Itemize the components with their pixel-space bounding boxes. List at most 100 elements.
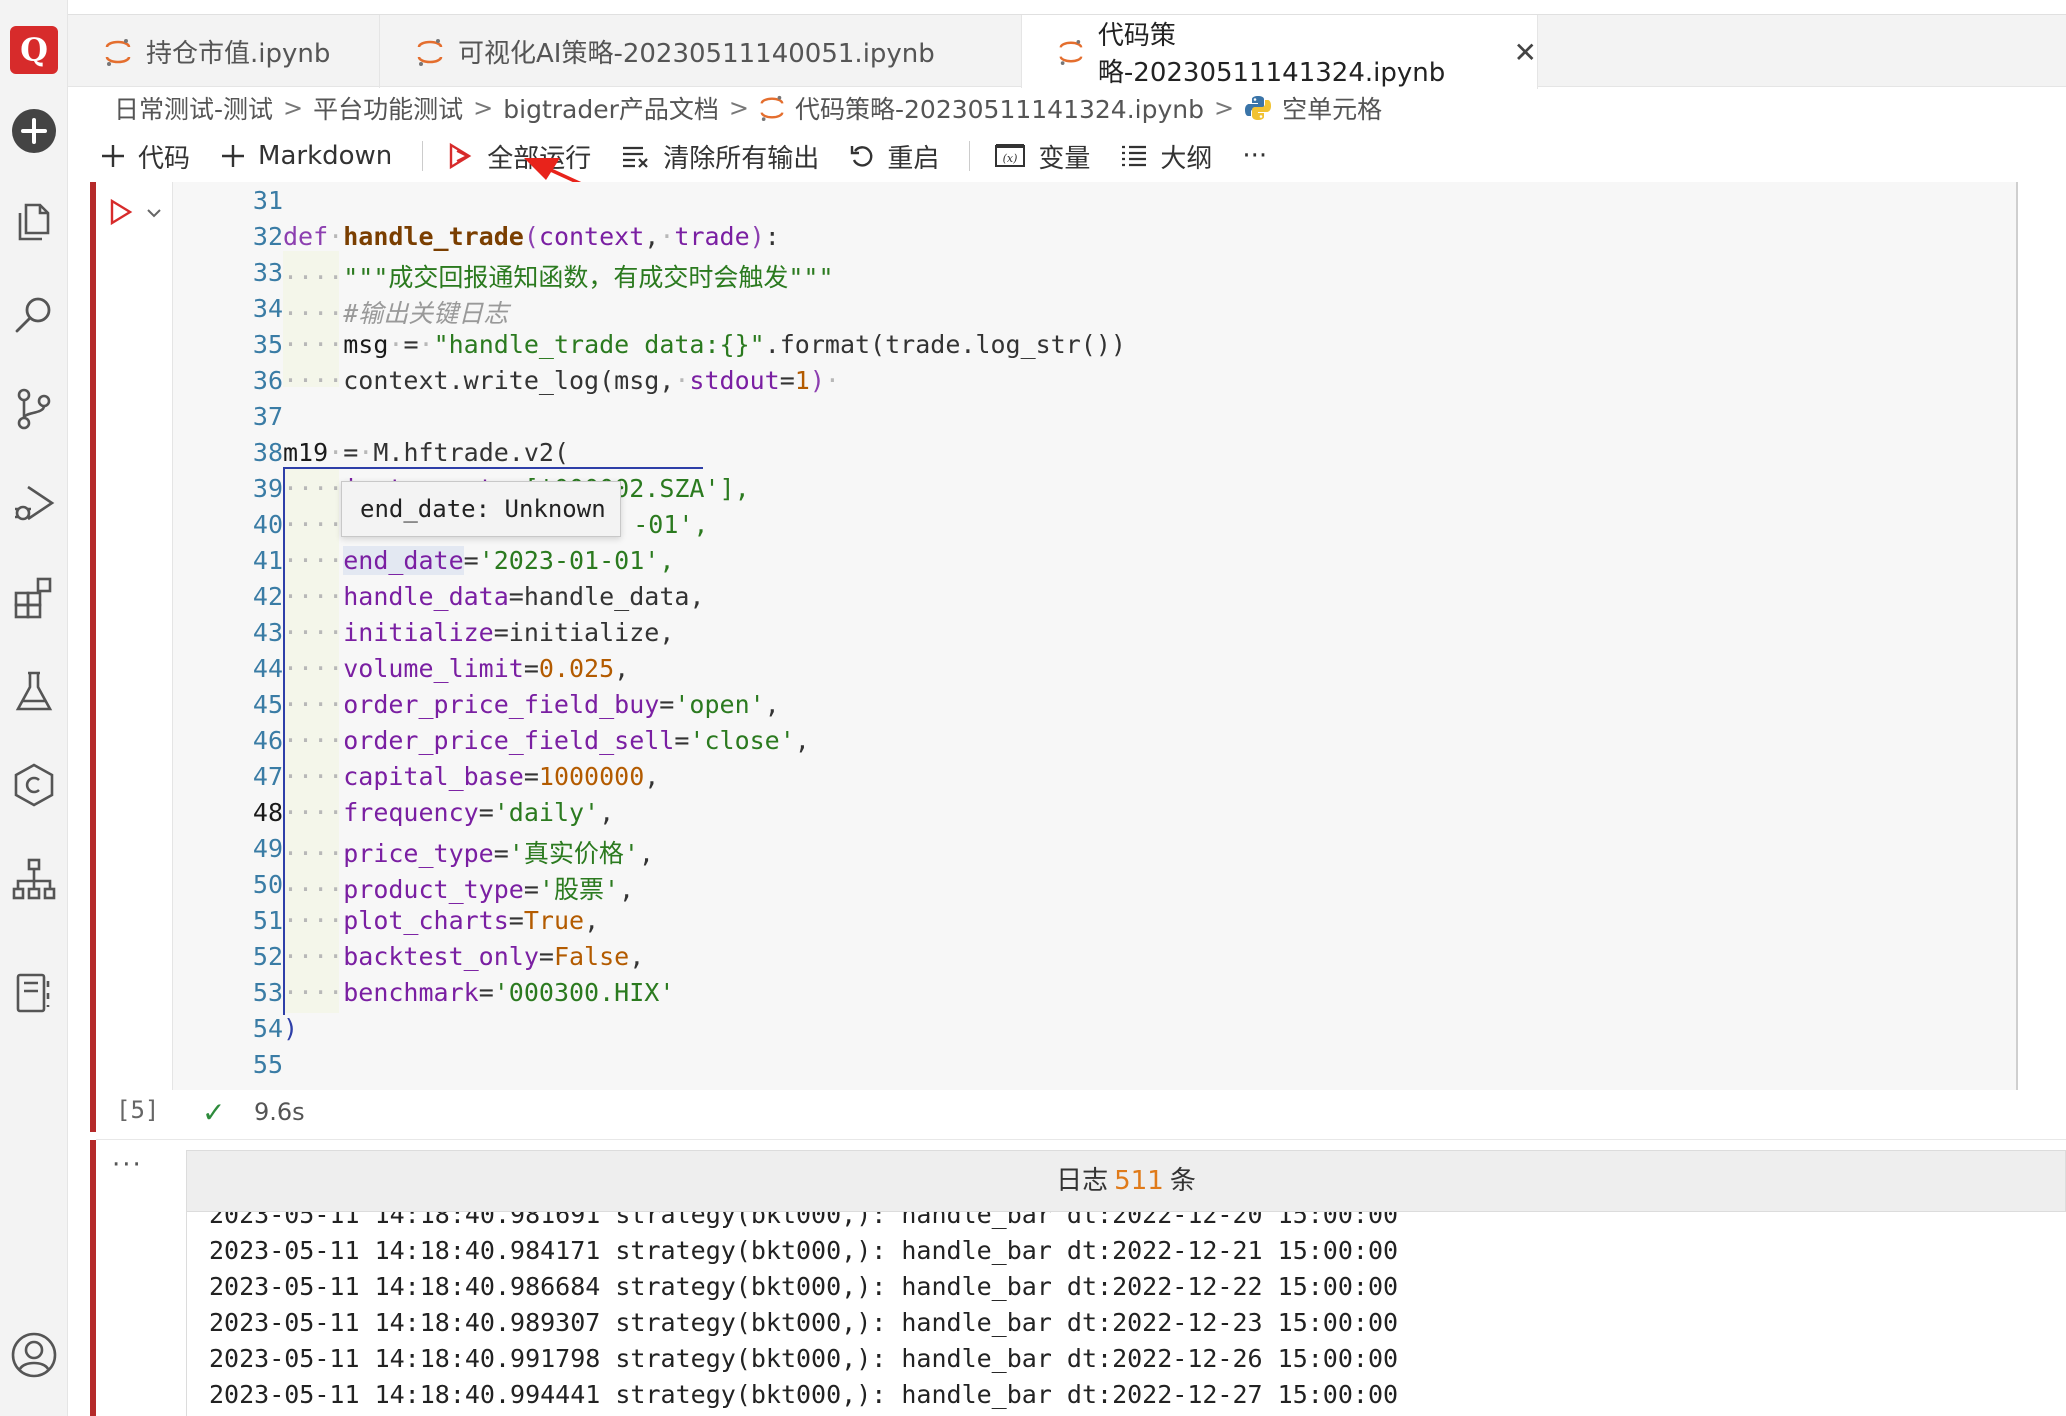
chevron-right-icon: > — [283, 94, 304, 122]
clear-outputs-button[interactable]: 清除所有输出 — [621, 138, 819, 175]
notebook-icon[interactable] — [9, 968, 59, 1018]
code-line: ····context.write_log(msg,·stdout=1)· — [283, 366, 840, 395]
breadcrumb-item[interactable]: 代码策略-20230511141324.ipynb — [795, 90, 1204, 126]
code-line: ····order_price_field_sell='close', — [283, 726, 810, 755]
close-icon[interactable]: ✕ — [1514, 36, 1537, 69]
restart-icon — [851, 146, 873, 167]
restart-button[interactable]: 重启 — [849, 138, 939, 175]
line-number: 32 — [252, 222, 283, 251]
code-line: ····handle_data=handle_data, — [283, 582, 705, 611]
log-line: 2023-05-11 14:18:40.986684 strategy(bkt0… — [209, 1272, 1399, 1301]
code-token: end_date — [343, 546, 464, 575]
code-token: 1 — [794, 366, 810, 395]
code-token: volume_limit — [343, 654, 524, 683]
log-line: 2023-05-11 14:18:40.981691 strategy(bkt0… — [209, 1212, 1399, 1229]
variables-button[interactable]: (x) 变量 — [994, 138, 1090, 175]
log-header: 日志 511 条 — [186, 1150, 2066, 1212]
line-number-current: 48 — [252, 798, 283, 827]
editor-scrollbar[interactable] — [2016, 182, 2018, 1090]
execution-count: [5] — [116, 1096, 160, 1124]
code-line: ····product_type='股票', — [283, 875, 635, 904]
tab-holdings[interactable]: 持仓市值.ipynb — [68, 15, 380, 88]
code-token: backtest_only — [343, 942, 539, 971]
log-output[interactable]: 2023-05-11 14:18:40.981691 strategy(bkt0… — [186, 1212, 2066, 1416]
code-token: "handle_trade data:{}" — [433, 330, 765, 359]
code-token: 0.025 — [538, 654, 615, 683]
extensions-icon[interactable] — [9, 572, 59, 622]
add-markdown-label: Markdown — [258, 141, 393, 171]
add-code-button[interactable]: 代码 — [100, 138, 190, 175]
breadcrumb-item[interactable]: 日常测试-测试 — [114, 90, 273, 126]
code-token: '股票' — [538, 875, 620, 904]
log-line: 2023-05-11 14:18:40.984171 strategy(bkt0… — [209, 1236, 1399, 1265]
search-icon[interactable] — [9, 290, 59, 340]
line-number: 50 — [252, 870, 283, 899]
line-number: 42 — [252, 582, 283, 611]
app-logo[interactable]: Q — [10, 26, 58, 74]
restart-label: 重启 — [887, 143, 940, 174]
line-number: 41 — [252, 546, 283, 575]
code-token: -01', — [633, 510, 709, 539]
code-line: ····"""成交回报通知函数，有成交时会触发""" — [283, 263, 834, 292]
chevron-down-icon[interactable] — [146, 204, 162, 223]
code-editor[interactable]: 31 32 33 34 35 36 37 38 39 40 41 42 43 4… — [172, 182, 2018, 1090]
copyright-icon[interactable] — [9, 760, 59, 810]
account-icon[interactable] — [9, 1330, 59, 1380]
line-number: 36 — [252, 366, 283, 395]
code-line: def·handle_trade(context,·trade): — [283, 222, 780, 251]
tab-bar: 持仓市值.ipynb 可视化AI策略-20230511140051.ipynb … — [68, 14, 2066, 89]
notebook-toolbar: 代码 Markdown 全部运行 清除所有输出 重启 (x) 变量 大纲 ··· — [100, 132, 2066, 180]
chevron-right-icon: > — [473, 94, 494, 122]
source-control-icon[interactable] — [9, 384, 59, 434]
add-icon[interactable] — [9, 106, 59, 156]
code-token: order_price_field_buy — [343, 690, 660, 719]
files-icon[interactable] — [9, 196, 59, 246]
more-actions-button[interactable]: ··· — [1242, 141, 1267, 171]
tab-visual-ai-strategy[interactable]: 可视化AI策略-20230511140051.ipynb — [380, 15, 1022, 88]
output-more-icon[interactable]: ··· — [112, 1150, 143, 1180]
outline-button[interactable]: 大纲 — [1120, 138, 1212, 175]
more-icon: ··· — [1242, 141, 1268, 171]
breadcrumb-item[interactable]: 空单元格 — [1282, 90, 1382, 126]
line-number: 47 — [252, 762, 283, 791]
breadcrumb-item[interactable]: 平台功能测试 — [313, 90, 463, 126]
tab-code-strategy[interactable]: 代码策略-20230511141324.ipynb ✕ — [1022, 15, 1538, 89]
code-token: 'close' — [689, 726, 795, 755]
line-number: 33 — [252, 258, 283, 287]
play-icon — [110, 198, 133, 226]
code-token: handle_data — [343, 582, 509, 611]
add-markdown-button[interactable]: Markdown — [220, 141, 392, 171]
code-line: ····volume_limit=0.025, — [283, 654, 630, 683]
code-token: context — [538, 222, 645, 251]
code-token: '2023-01-01', — [478, 546, 675, 575]
tab-label: 持仓市值.ipynb — [146, 39, 331, 69]
org-chart-icon[interactable] — [9, 854, 59, 904]
flask-icon[interactable] — [9, 666, 59, 716]
run-cell-button[interactable] — [108, 198, 134, 230]
line-number: 49 — [252, 834, 283, 863]
hover-tooltip: end_date: Unknown — [341, 481, 621, 537]
breadcrumb-item[interactable]: bigtrader产品文档 — [503, 90, 719, 126]
code-token: """成交回报通知函数，有成交时会触发""" — [343, 263, 834, 292]
code-line: ····initialize=initialize, — [283, 618, 675, 647]
log-unit: 条 — [1169, 1166, 1196, 1196]
run-debug-icon[interactable] — [9, 478, 59, 528]
code-token: 'daily' — [493, 798, 600, 827]
log-line: 2023-05-11 14:18:40.991798 strategy(bkt0… — [209, 1344, 1399, 1373]
clear-outputs-label: 清除所有输出 — [663, 143, 820, 174]
code-token: def — [283, 222, 329, 251]
line-number: 53 — [252, 978, 283, 1007]
plus-icon — [222, 145, 245, 167]
code-token: plot_charts — [343, 906, 509, 935]
code-token: frequency — [343, 798, 479, 827]
code-token: product_type — [343, 875, 524, 904]
line-number: 31 — [252, 186, 283, 215]
line-number: 43 — [252, 618, 283, 647]
activity-bar: Q — [0, 0, 68, 1416]
code-token: False — [553, 942, 630, 971]
code-token: stdout — [689, 366, 780, 395]
line-number: 54 — [252, 1014, 283, 1043]
line-number: 46 — [252, 726, 283, 755]
code-token: m19 — [283, 438, 329, 467]
cell-status-bar — [96, 1092, 2066, 1140]
